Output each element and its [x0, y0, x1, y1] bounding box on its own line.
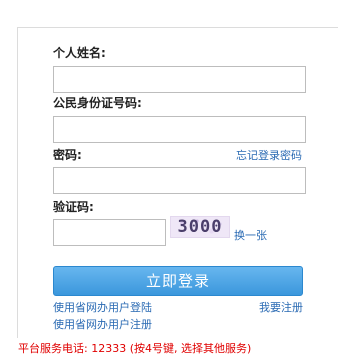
id-number-input[interactable] — [53, 116, 306, 143]
password-input[interactable] — [53, 167, 306, 194]
id-number-label: 公民身份证号码: — [53, 96, 142, 110]
refresh-captcha-link[interactable]: 换一张 — [234, 229, 267, 242]
login-button[interactable]: 立即登录 — [53, 266, 303, 296]
name-input[interactable] — [53, 66, 306, 93]
captcha-input[interactable] — [53, 219, 166, 246]
captcha-label: 验证码: — [53, 200, 94, 214]
register-link[interactable]: 我要注册 — [259, 301, 303, 314]
captcha-image[interactable]: 3000 — [170, 216, 230, 238]
password-label: 密码: — [53, 148, 82, 162]
provincial-register-link[interactable]: 使用省网办用户注册 — [53, 318, 152, 331]
forgot-password-link[interactable]: 忘记登录密码 — [236, 149, 302, 162]
name-label: 个人姓名: — [53, 46, 106, 60]
service-phone-notice: 平台服务电话: 12333 (按4号键, 选择其他服务) — [18, 342, 252, 355]
provincial-login-link[interactable]: 使用省网办用户登陆 — [53, 301, 152, 314]
